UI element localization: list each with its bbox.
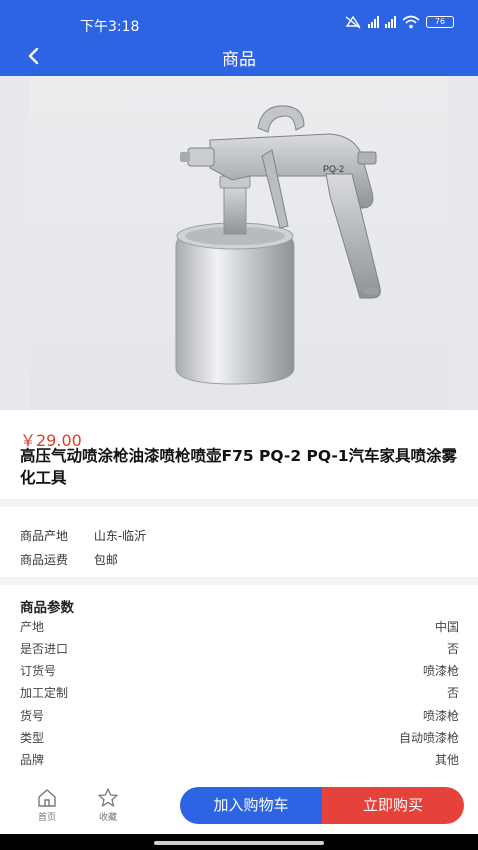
app-header: 下午3:18 76 商品 — [0, 0, 478, 76]
param-key: 产地 — [20, 620, 45, 634]
star-icon — [98, 788, 118, 807]
tab-favorite[interactable]: 收藏 — [88, 788, 128, 823]
home-icon — [38, 789, 56, 807]
section-divider — [0, 499, 478, 507]
param-row: 订货号 喷漆枪 — [20, 662, 459, 680]
status-bar: 下午3:18 76 — [0, 0, 478, 36]
param-value: 否 — [446, 686, 459, 700]
product-title: 高压气动喷涂枪油漆喷枪喷壶F75 PQ-2 PQ-1汽车家具喷涂雾化工具 — [20, 447, 458, 487]
param-row: 产地 中国 — [20, 618, 459, 636]
param-value: 喷漆枪 — [422, 709, 459, 723]
param-key: 加工定制 — [20, 686, 69, 700]
param-value: 自动喷漆枪 — [398, 731, 459, 745]
battery-icon: 76 — [426, 16, 454, 28]
bottom-action-bar: 首页 收藏 加入购物车 立即购买 — [0, 778, 478, 834]
param-key: 订货号 — [20, 664, 57, 678]
tab-home-label: 首页 — [37, 813, 56, 823]
info-label: 商品产地 — [20, 529, 69, 543]
info-value: 包邮 — [93, 553, 118, 567]
param-row: 是否进口 否 — [20, 640, 459, 658]
tab-favorite-label: 收藏 — [98, 813, 117, 823]
signal-icon-2 — [385, 16, 396, 28]
info-label: 商品运费 — [20, 553, 69, 567]
product-image[interactable]: PQ-2 — [0, 76, 478, 410]
section-divider — [0, 577, 478, 585]
param-value: 喷漆枪 — [422, 664, 459, 678]
param-key: 是否进口 — [20, 642, 69, 656]
page-title: 商品 — [222, 50, 256, 70]
param-key: 品牌 — [20, 753, 45, 767]
param-row: 加工定制 否 — [20, 684, 459, 702]
info-row-origin: 商品产地 山东-临沂 — [20, 527, 146, 544]
status-time: 下午3:18 — [80, 19, 140, 35]
add-to-cart-button[interactable]: 加入购物车 — [180, 787, 322, 824]
wifi-icon — [402, 15, 420, 29]
param-value: 其他 — [434, 753, 459, 767]
buy-now-button[interactable]: 立即购买 — [322, 787, 464, 824]
info-value: 山东-临沂 — [93, 529, 147, 543]
param-row: 品牌 其他 — [20, 751, 459, 769]
params-title: 商品参数 — [20, 600, 74, 616]
param-value: 中国 — [434, 620, 459, 634]
nav-bar: 商品 — [0, 36, 478, 76]
info-row-shipping: 商品运费 包邮 — [20, 551, 118, 568]
param-row: 类型 自动喷漆枪 — [20, 729, 459, 747]
spray-gun-illustration: PQ-2 — [175, 105, 381, 385]
status-icons: 76 — [344, 15, 454, 29]
signal-icon — [368, 16, 379, 28]
param-key: 货号 — [20, 709, 45, 723]
tab-home[interactable]: 首页 — [27, 788, 67, 823]
mute-icon — [345, 15, 361, 29]
home-indicator[interactable] — [154, 841, 324, 845]
image-model-label: PQ-2 — [323, 164, 344, 174]
param-row: 货号 喷漆枪 — [20, 707, 459, 725]
param-key: 类型 — [20, 731, 45, 745]
param-value: 否 — [446, 642, 459, 656]
